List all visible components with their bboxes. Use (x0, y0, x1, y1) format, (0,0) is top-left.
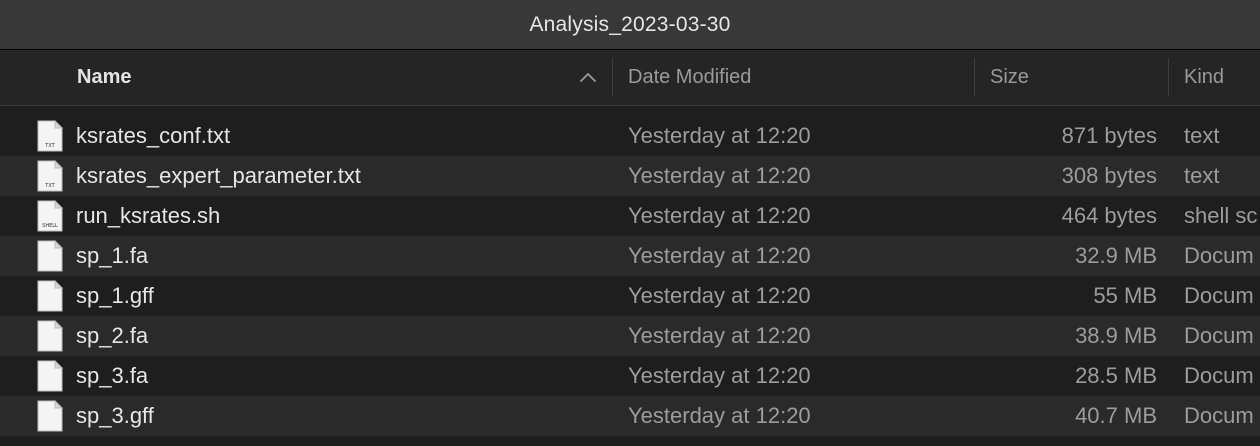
document-icon (37, 240, 63, 272)
file-size: 40.7 MB (1075, 403, 1157, 428)
file-type-label: TXT (44, 183, 55, 189)
file-name: sp_1.gff (76, 283, 154, 308)
txt-file-icon: TXT (37, 160, 63, 192)
finder-window: Analysis_2023-03-30 Name Date Modified S… (0, 0, 1260, 446)
column-header-bar: Name Date Modified Size Kind (0, 50, 1260, 106)
file-date-modified: Yesterday at 12:20 (628, 163, 811, 188)
file-kind: Docum (1184, 243, 1254, 268)
file-name: sp_1.fa (76, 243, 149, 268)
file-date-modified: Yesterday at 12:20 (628, 203, 811, 228)
file-type-label: SHELL (42, 223, 58, 229)
shell-file-icon: SHELL (37, 200, 63, 232)
document-icon (37, 320, 63, 352)
column-divider[interactable] (1168, 58, 1169, 96)
file-row[interactable]: sp_2.fa Yesterday at 12:20 38.9 MB Docum (0, 316, 1260, 356)
file-size: 308 bytes (1061, 163, 1157, 188)
document-icon (37, 400, 63, 432)
file-size: 871 bytes (1061, 123, 1157, 148)
file-date-modified: Yesterday at 12:20 (628, 283, 811, 308)
file-kind: Docum (1184, 403, 1254, 428)
file-name: ksrates_conf.txt (76, 123, 231, 148)
file-size: 28.5 MB (1075, 363, 1157, 388)
file-kind: text (1184, 123, 1220, 148)
file-name: run_ksrates.sh (76, 203, 221, 228)
file-kind: shell sc (1184, 203, 1258, 228)
file-name: sp_2.fa (76, 323, 149, 348)
file-row[interactable]: sp_1.fa Yesterday at 12:20 32.9 MB Docum (0, 236, 1260, 276)
file-row[interactable]: sp_1.gff Yesterday at 12:20 55 MB Docum (0, 276, 1260, 316)
file-name: sp_3.gff (76, 403, 154, 428)
column-divider[interactable] (974, 58, 975, 96)
document-icon (37, 360, 63, 392)
column-header-size[interactable]: Size (990, 50, 1168, 105)
file-kind: Docum (1184, 283, 1254, 308)
file-size: 32.9 MB (1075, 243, 1157, 268)
file-date-modified: Yesterday at 12:20 (628, 123, 811, 148)
file-list: TXT ksrates_conf.txt Yesterday at 12:20 871… (0, 116, 1260, 436)
file-kind: Docum (1184, 323, 1254, 348)
document-icon (37, 280, 63, 312)
file-name: sp_3.fa (76, 363, 149, 388)
file-date-modified: Yesterday at 12:20 (628, 403, 811, 428)
window-title: Analysis_2023-03-30 (529, 12, 731, 36)
file-kind: Docum (1184, 363, 1254, 388)
file-row[interactable]: sp_3.fa Yesterday at 12:20 28.5 MB Docum (0, 356, 1260, 396)
column-divider[interactable] (612, 58, 613, 96)
file-date-modified: Yesterday at 12:20 (628, 323, 811, 348)
file-size: 55 MB (1093, 283, 1157, 308)
file-size: 464 bytes (1061, 203, 1157, 228)
txt-file-icon: TXT (37, 120, 63, 152)
file-date-modified: Yesterday at 12:20 (628, 363, 811, 388)
file-kind: text (1184, 163, 1220, 188)
file-name: ksrates_expert_parameter.txt (76, 163, 361, 188)
column-header-date-modified[interactable]: Date Modified (628, 50, 973, 105)
file-date-modified: Yesterday at 12:20 (628, 243, 811, 268)
file-row[interactable]: sp_3.gff Yesterday at 12:20 40.7 MB Docum (0, 396, 1260, 436)
title-bar[interactable]: Analysis_2023-03-30 (0, 0, 1260, 50)
file-size: 38.9 MB (1075, 323, 1157, 348)
column-header-name[interactable]: Name (77, 50, 612, 105)
file-row[interactable]: TXT ksrates_expert_parameter.txt Yesterday… (0, 156, 1260, 196)
file-row[interactable]: SHELL run_ksrates.sh Yesterday at 12:20 464… (0, 196, 1260, 236)
file-type-label: TXT (44, 143, 55, 149)
column-header-kind[interactable]: Kind (1184, 50, 1260, 105)
file-row[interactable]: TXT ksrates_conf.txt Yesterday at 12:20 871… (0, 116, 1260, 156)
chevron-up-icon[interactable] (578, 68, 598, 88)
